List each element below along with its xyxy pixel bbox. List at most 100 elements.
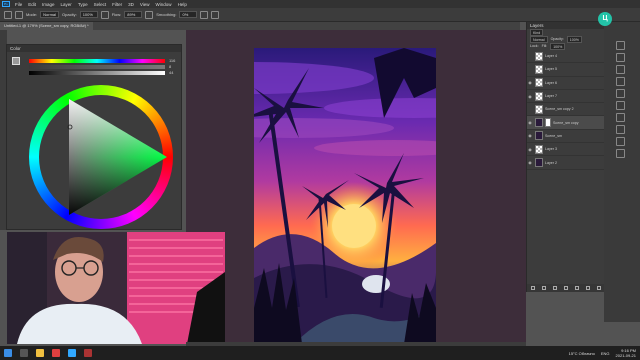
swatches-icon[interactable] <box>616 65 625 74</box>
layer-name: Layer 5 <box>545 67 557 72</box>
document-tab[interactable]: Untitled-1 @ 179% (Scene_sm copy, RGB/8#… <box>0 22 93 30</box>
delete-layer-icon[interactable] <box>597 286 602 290</box>
new-group-icon[interactable] <box>575 286 580 290</box>
flow-input[interactable]: 89% <box>124 11 143 18</box>
properties-icon[interactable] <box>616 77 625 86</box>
menu-view[interactable]: View <box>137 2 153 7</box>
smoothing-settings-icon[interactable] <box>200 10 209 19</box>
brush-settings-icon[interactable] <box>616 53 625 62</box>
color-triangle[interactable] <box>29 85 173 229</box>
layer-row[interactable]: Scene_sm copy 2 <box>527 103 604 117</box>
chrome-icon[interactable] <box>52 349 60 357</box>
menu-image[interactable]: Image <box>39 2 58 7</box>
channels-icon[interactable] <box>616 101 625 110</box>
layer-name: Scene_sm copy 2 <box>545 107 574 112</box>
system-tray: 15°C Облачно ENG 9:16 PM 2021-09-21 <box>569 348 636 358</box>
new-layer-icon[interactable] <box>586 286 591 290</box>
menu-layer[interactable]: Layer <box>58 2 75 7</box>
saturation-value[interactable]: 8 <box>169 64 171 69</box>
layer-row[interactable]: Layer 5 <box>527 63 604 77</box>
right-tool-strip <box>604 22 640 322</box>
lock-label: Lock: <box>530 44 539 48</box>
layers-panel-title: Layers <box>527 22 604 29</box>
brightness-slider[interactable] <box>29 71 165 75</box>
layers-panel: Layers Kind Normal Opacity: 100% Lock: F… <box>526 22 605 292</box>
clock[interactable]: 9:16 PM 2021-09-21 <box>616 348 636 358</box>
paths-icon[interactable] <box>616 113 625 122</box>
foreground-swatch[interactable] <box>12 57 20 65</box>
smoothing-input[interactable]: 0% <box>179 11 198 18</box>
layer-row[interactable]: ◉ Layer 6 <box>527 77 604 90</box>
photoshop-taskbar-icon[interactable] <box>68 349 76 357</box>
layer-row[interactable]: ◉ Layer 3 <box>527 143 604 157</box>
layer-thumbnail <box>535 51 543 61</box>
visibility-eye-icon[interactable]: ◉ <box>527 147 533 152</box>
layer-opacity-label: Opacity: <box>550 37 564 41</box>
webcam-feed <box>7 232 225 344</box>
obs-icon[interactable] <box>84 349 92 357</box>
airbrush-icon[interactable] <box>145 10 154 19</box>
visibility-eye-icon[interactable]: ◉ <box>527 80 533 85</box>
pressure-opacity-icon[interactable] <box>100 10 109 19</box>
start-icon[interactable] <box>4 349 12 357</box>
brush-tool-icon[interactable] <box>4 10 12 19</box>
hue-wheel[interactable] <box>29 85 173 229</box>
menu-window[interactable]: Window <box>153 2 175 7</box>
saturation-slider[interactable] <box>29 65 165 69</box>
menu-filter[interactable]: Filter <box>109 2 125 7</box>
layer-opacity-input[interactable]: 100% <box>566 36 582 43</box>
menu-file[interactable]: File <box>12 2 25 7</box>
libraries-icon[interactable] <box>616 125 625 134</box>
fill-label: Fill: <box>541 44 548 48</box>
layer-thumbnail <box>535 64 543 74</box>
adjustment-layer-icon[interactable] <box>563 286 568 290</box>
layer-row[interactable]: ◉ Layer 7 <box>527 90 604 104</box>
search-icon[interactable] <box>20 349 28 357</box>
photoshop-window: Ps File Edit Image Layer Type Select Fil… <box>0 0 640 360</box>
opacity-input[interactable]: 100% <box>79 11 98 18</box>
adjustments-icon[interactable] <box>616 89 625 98</box>
hue-value[interactable]: 116 <box>169 58 175 63</box>
link-layers-icon[interactable] <box>530 286 535 290</box>
menu-type[interactable]: Type <box>75 2 91 7</box>
layer-row[interactable]: Layer 4 <box>527 50 604 64</box>
layer-row[interactable]: ◉ Scene_sm copy <box>527 116 604 130</box>
fx-icon[interactable] <box>541 286 546 290</box>
character-icon[interactable] <box>616 149 625 158</box>
brightness-value[interactable]: 44 <box>169 70 173 75</box>
visibility-eye-icon[interactable]: ◉ <box>527 94 533 99</box>
mode-label: Mode: <box>26 12 38 17</box>
explorer-icon[interactable] <box>36 349 44 357</box>
menu-3d[interactable]: 3D <box>125 2 137 7</box>
menu-select[interactable]: Select <box>91 2 110 7</box>
visibility-eye-icon[interactable]: ◉ <box>527 133 533 138</box>
layer-filter-kind[interactable]: Kind <box>530 29 544 36</box>
language-indicator[interactable]: ENG <box>601 351 610 356</box>
layer-mask-thumbnail[interactable] <box>545 118 551 128</box>
ps-logo: Ps <box>2 1 10 7</box>
layer-name: Layer 3 <box>545 147 557 152</box>
layers-footer <box>527 284 605 292</box>
add-mask-icon[interactable] <box>552 286 557 290</box>
fill-input[interactable]: 100% <box>550 43 566 50</box>
hue-slider[interactable] <box>29 59 165 63</box>
layer-name: Scene_sm <box>545 133 562 138</box>
mode-select[interactable]: Normal <box>40 11 60 18</box>
visibility-eye-icon[interactable]: ◉ <box>527 120 533 125</box>
blend-mode-select[interactable]: Normal <box>530 36 548 43</box>
weather-text[interactable]: 15°C Облачно <box>569 351 595 356</box>
layer-row[interactable]: ◉ Scene_sm <box>527 130 604 144</box>
menu-help[interactable]: Help <box>175 2 190 7</box>
history-icon[interactable] <box>616 41 625 50</box>
pressure-size-icon[interactable] <box>211 10 220 19</box>
menu-edit[interactable]: Edit <box>25 2 39 7</box>
document-tab-bar: Untitled-1 @ 179% (Scene_sm copy, RGB/8#… <box>0 22 520 30</box>
layer-thumbnail <box>535 78 543 88</box>
artwork-canvas[interactable] <box>254 48 436 344</box>
visibility-eye-icon[interactable]: ◉ <box>527 160 533 165</box>
canvas-area[interactable] <box>186 30 526 345</box>
brush-preset-icon[interactable] <box>15 10 23 19</box>
actions-icon[interactable] <box>616 137 625 146</box>
layer-row[interactable]: ◉ Layer 2 <box>527 156 604 170</box>
webcam-overlay <box>7 232 225 344</box>
